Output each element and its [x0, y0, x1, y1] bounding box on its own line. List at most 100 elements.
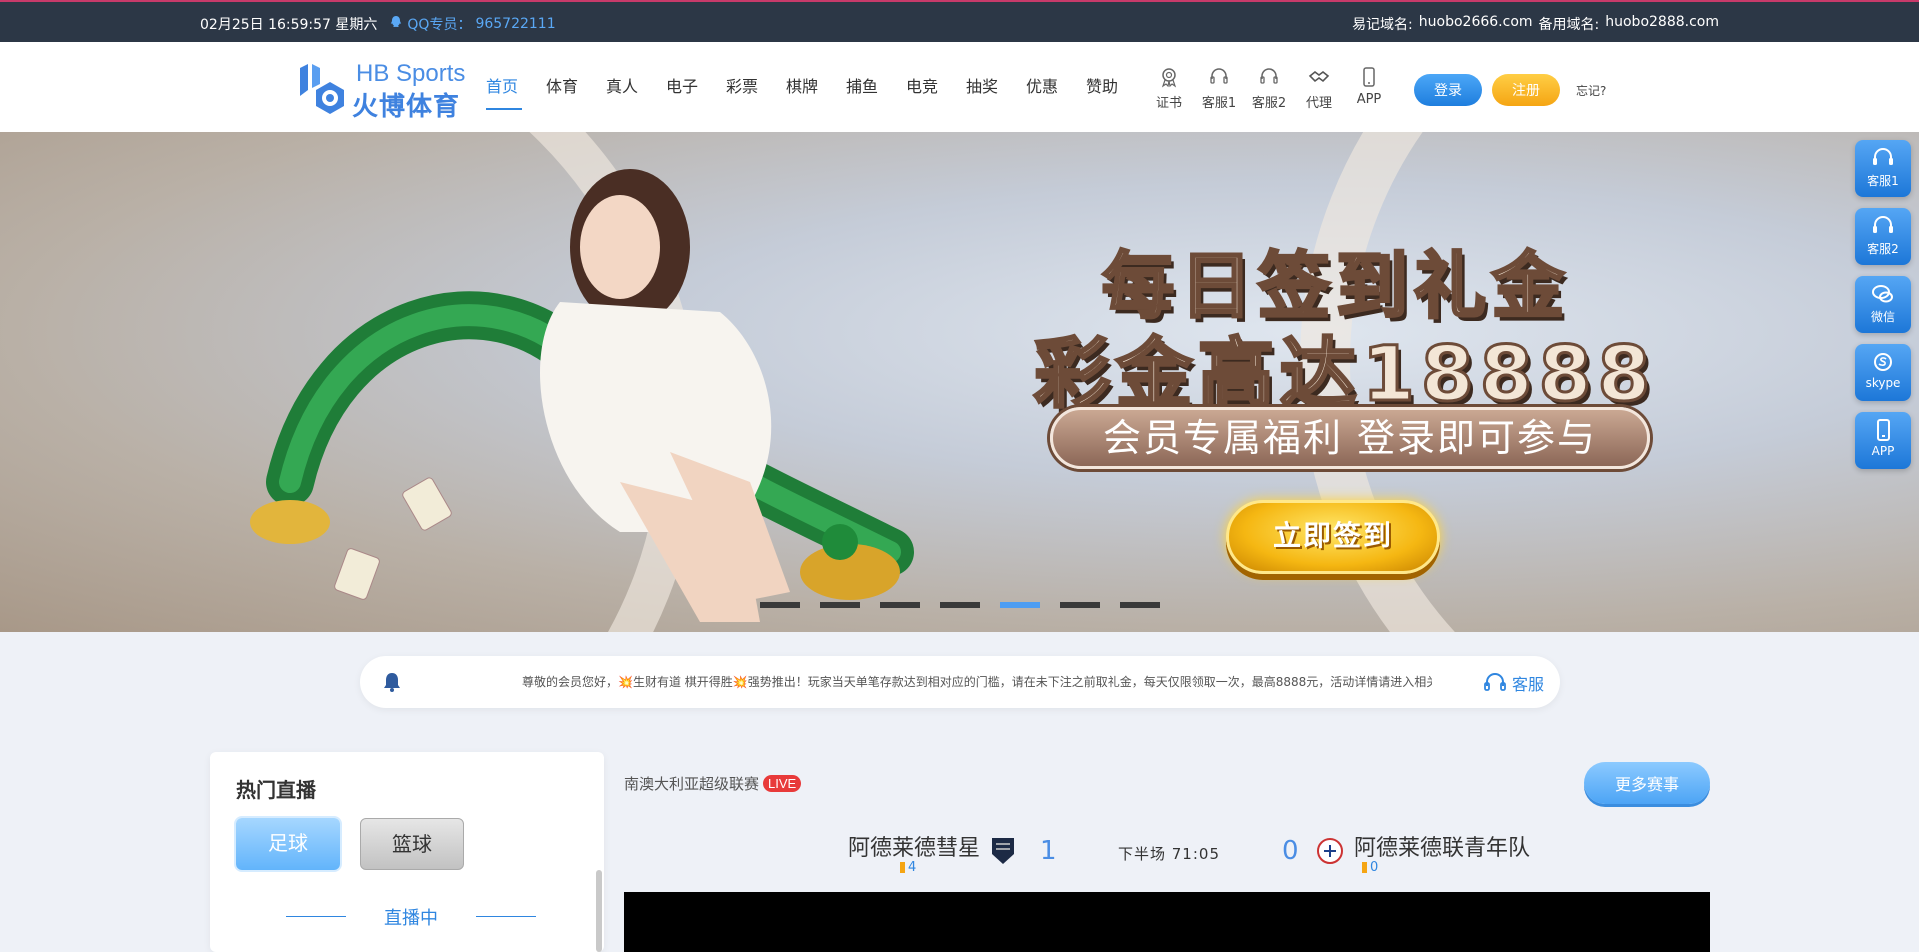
live-now-divider: 直播中: [286, 904, 536, 930]
carousel-dot[interactable]: [880, 602, 920, 608]
tab-soccer[interactable]: 足球: [236, 818, 340, 870]
match-period-time: 下半场 71:05: [1118, 845, 1220, 863]
announcement-bar: 尊敬的会员您好，💥生财有道 棋开得胜💥强势推出！玩家当天单笔存款达到相对应的门槛…: [360, 656, 1560, 708]
league-label: 南澳大利亚超级联赛: [624, 775, 760, 793]
nav-lottery[interactable]: 彩票: [712, 42, 772, 132]
side-label: skype: [1865, 376, 1901, 390]
main-nav: 首页 体育 真人 电子 彩票 棋牌 捕鱼 电竞 抽奖 优惠 赞助: [472, 42, 1132, 132]
live-video-player[interactable]: [624, 892, 1710, 952]
banner-headline-2: 彩金高达18888: [1032, 328, 1657, 420]
tool-support-1[interactable]: 客服1: [1194, 66, 1244, 111]
carousel-dot[interactable]: [1120, 602, 1160, 608]
brand-logo[interactable]: HB Sports 火博体育: [296, 60, 466, 122]
qq-icon: [389, 15, 403, 33]
backup-domain-label: 备用域名:: [1538, 17, 1600, 33]
home-count: 4: [908, 860, 917, 875]
skype-icon: [1874, 353, 1892, 371]
headset-icon: [1260, 68, 1278, 84]
nav-sponsorship[interactable]: 赞助: [1072, 42, 1132, 132]
live-badge: LIVE: [763, 775, 802, 792]
header-tools: 证书 客服1 客服2 代理 APP: [1144, 66, 1394, 111]
hot-live-title: 热门直播: [236, 778, 316, 802]
floating-side-menu: 客服1 客服2 微信 skype APP: [1855, 140, 1911, 469]
promo-banner[interactable]: 每日签到礼金 彩金高达18888 会员专属福利 登录即可参与 立即签到: [0, 132, 1919, 632]
away-stat: 0: [1362, 860, 1378, 875]
headset-icon: [1210, 68, 1228, 84]
nav-cards[interactable]: 棋牌: [772, 42, 832, 132]
backup-domain-link[interactable]: huobo2888.com: [1605, 14, 1719, 34]
domain-link[interactable]: huobo2666.com: [1419, 14, 1533, 34]
tool-support-2[interactable]: 客服2: [1244, 66, 1294, 111]
carousel-dot[interactable]: [1060, 602, 1100, 608]
qq-number: 965722111: [475, 16, 556, 32]
home-score: 1: [1040, 836, 1057, 866]
announcement-text[interactable]: 尊敬的会员您好，💥生财有道 棋开得胜💥强势推出！玩家当天单笔存款达到相对应的门槛…: [522, 673, 1432, 690]
tab-basketball[interactable]: 篮球: [360, 818, 464, 870]
customer-service-link[interactable]: 客服: [1482, 670, 1544, 696]
forgot-password-link[interactable]: 忘记?: [1576, 82, 1606, 99]
banner-subtitle-pill: 会员专属福利 登录即可参与: [1050, 407, 1650, 469]
away-team-crest-icon: [1317, 838, 1343, 864]
away-score: 0: [1282, 836, 1299, 866]
wechat-icon: [1872, 285, 1893, 303]
qq-contact[interactable]: QQ专员： 965722111: [389, 14, 556, 34]
side-label: 客服2: [1867, 242, 1899, 256]
logo-chinese: 火博体育: [352, 92, 461, 122]
carousel-dot[interactable]: [940, 602, 980, 608]
nav-esports[interactable]: 电竞: [892, 42, 952, 132]
home-stat: 4: [900, 860, 916, 875]
tool-label: 证书: [1155, 96, 1182, 111]
headset-icon: [1873, 148, 1893, 165]
register-button[interactable]: 注册: [1492, 74, 1560, 106]
side-label: APP: [1871, 444, 1895, 458]
more-matches-button[interactable]: 更多赛事: [1584, 762, 1710, 804]
nav-promotions[interactable]: 优惠: [1012, 42, 1072, 132]
side-label: 客服1: [1867, 174, 1899, 188]
carousel-dot-active[interactable]: [1000, 602, 1040, 608]
carousel-dot[interactable]: [820, 602, 860, 608]
bell-icon: [384, 673, 400, 692]
nav-lucky-draw[interactable]: 抽奖: [952, 42, 1012, 132]
login-button[interactable]: 登录: [1414, 74, 1482, 106]
side-support-2[interactable]: 客服2: [1855, 208, 1911, 265]
carousel-indicators: [760, 602, 1160, 608]
top-info-bar: 02月25日 16:59:57 星期六 QQ专员： 965722111 易记域名…: [0, 0, 1919, 42]
certificate-icon: [1161, 68, 1177, 88]
tool-label: APP: [1356, 92, 1382, 107]
home-team-name: 阿德莱德彗星: [848, 836, 981, 861]
tool-label: 代理: [1305, 96, 1332, 111]
nav-slots[interactable]: 电子: [652, 42, 712, 132]
headset-icon: [1873, 216, 1893, 233]
customer-service-label: 客服: [1512, 675, 1545, 694]
daily-checkin-button[interactable]: 立即签到: [1226, 500, 1440, 574]
scrollbar[interactable]: [596, 870, 602, 952]
side-skype[interactable]: skype: [1855, 344, 1911, 401]
tool-app[interactable]: APP: [1344, 66, 1394, 111]
logo-english: HB Sports: [356, 60, 466, 87]
qq-label: QQ专员：: [407, 17, 472, 33]
datetime: 02月25日 16:59:57 星期六: [200, 17, 378, 33]
side-label: 微信: [1870, 310, 1895, 324]
league-name: 南澳大利亚超级联赛 LIVE: [624, 773, 802, 794]
phone-icon: [1877, 419, 1890, 441]
site-header: HB Sports 火博体育 首页 体育 真人 电子 彩票 棋牌 捕鱼 电竞 抽…: [0, 42, 1919, 132]
corner-icon: [1362, 862, 1367, 873]
nav-fishing[interactable]: 捕鱼: [832, 42, 892, 132]
side-app[interactable]: APP: [1855, 412, 1911, 469]
away-count: 0: [1370, 860, 1379, 875]
nav-sports[interactable]: 体育: [532, 42, 592, 132]
model-figure-image: [540, 169, 790, 622]
hb-logo-icon: [300, 64, 344, 114]
tool-agent[interactable]: 代理: [1294, 66, 1344, 111]
phone-icon: [1363, 67, 1375, 87]
side-wechat[interactable]: 微信: [1855, 276, 1911, 333]
tool-certificate[interactable]: 证书: [1144, 66, 1194, 111]
corner-icon: [900, 862, 905, 873]
carousel-dot[interactable]: [760, 602, 800, 608]
nav-live-casino[interactable]: 真人: [592, 42, 652, 132]
tool-label: 客服2: [1251, 96, 1287, 111]
handshake-icon: [1308, 70, 1330, 83]
side-support-1[interactable]: 客服1: [1855, 140, 1911, 197]
away-team-name: 阿德莱德联青年队: [1354, 836, 1531, 861]
nav-home[interactable]: 首页: [472, 42, 532, 132]
